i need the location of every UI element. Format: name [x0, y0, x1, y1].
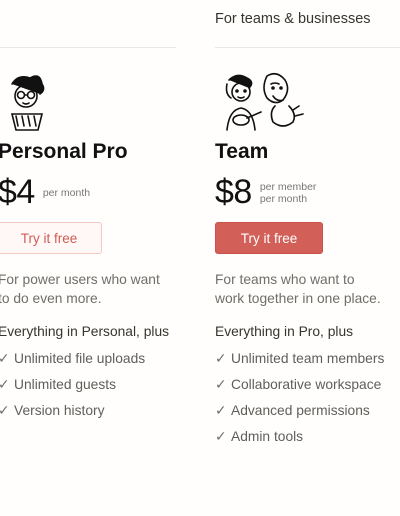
plan-price: $4	[0, 173, 35, 211]
plan-description: For teams who want to work together in o…	[215, 270, 381, 308]
feature-label: Version history	[14, 403, 105, 418]
feature-item: ✓ Version history	[0, 401, 145, 427]
plan-team: Team $8 per member per month Try it free…	[215, 70, 400, 444]
plan-name: Team	[215, 140, 269, 163]
feature-item: ✓ Advanced permissions	[215, 401, 384, 427]
feature-label: Unlimited guests	[14, 377, 116, 392]
check-icon: ✓	[215, 429, 227, 444]
try-free-button-personal[interactable]: Try it free	[0, 222, 102, 254]
check-icon: ✓	[215, 377, 227, 392]
divider	[0, 47, 176, 48]
teams-column-heading: For teams & businesses	[215, 11, 371, 27]
two-people-illustration	[225, 72, 304, 131]
description-line: For teams who want to	[215, 272, 355, 287]
feature-item: ✓ Unlimited team members	[215, 349, 384, 375]
feature-label: Collaborative workspace	[231, 377, 382, 392]
plan-name: Personal Pro	[0, 140, 128, 163]
features-heading: Everything in Personal, plus	[0, 324, 170, 339]
feature-item: ✓ Collaborative workspace	[215, 375, 384, 401]
features-heading: Everything in Pro, plus	[215, 324, 354, 339]
feature-item: ✓ Unlimited guests	[0, 375, 145, 401]
check-icon: ✓	[0, 403, 10, 418]
divider	[215, 47, 400, 48]
personal-illustration	[0, 70, 198, 136]
feature-item: ✓ Unlimited file uploads	[0, 349, 145, 375]
feature-list: ✓ Unlimited file uploads ✓ Unlimited guest…	[0, 349, 145, 427]
feature-label: Unlimited team members	[231, 351, 385, 366]
feature-label: Advanced permissions	[231, 403, 370, 418]
feature-item: ✓ Admin tools	[215, 427, 384, 453]
feature-list: ✓ Unlimited team members ✓ Collaborative w…	[215, 349, 384, 453]
price-row: $4 per month	[0, 173, 90, 212]
price-suffix: per month	[43, 187, 90, 199]
description-line: to do even more.	[0, 291, 102, 306]
check-icon: ✓	[0, 377, 10, 392]
price-suffix-line: per month	[259, 192, 308, 205]
price-suffix-line: per member	[259, 180, 317, 193]
try-free-button-team[interactable]: Try it free	[215, 222, 323, 254]
team-illustration	[215, 70, 400, 136]
feature-label: Admin tools	[231, 429, 304, 444]
plan-personal-pro: Personal Pro $4 per month Try it free Fo…	[0, 70, 198, 418]
price-suffix: per member per month	[260, 181, 317, 205]
person-reading-illustration	[10, 75, 45, 131]
feature-label: Unlimited file uploads	[14, 351, 146, 366]
check-icon: ✓	[215, 351, 227, 366]
price-row: $8 per member per month	[215, 173, 316, 212]
plan-description: For power users who want to do even more…	[0, 270, 160, 308]
check-icon: ✓	[215, 403, 227, 418]
description-line: work together in one place.	[215, 291, 381, 306]
price-suffix-line: per month	[42, 186, 91, 199]
plan-price: $8	[215, 173, 252, 211]
check-icon: ✓	[0, 351, 10, 366]
description-line: For power users who want	[0, 272, 160, 287]
